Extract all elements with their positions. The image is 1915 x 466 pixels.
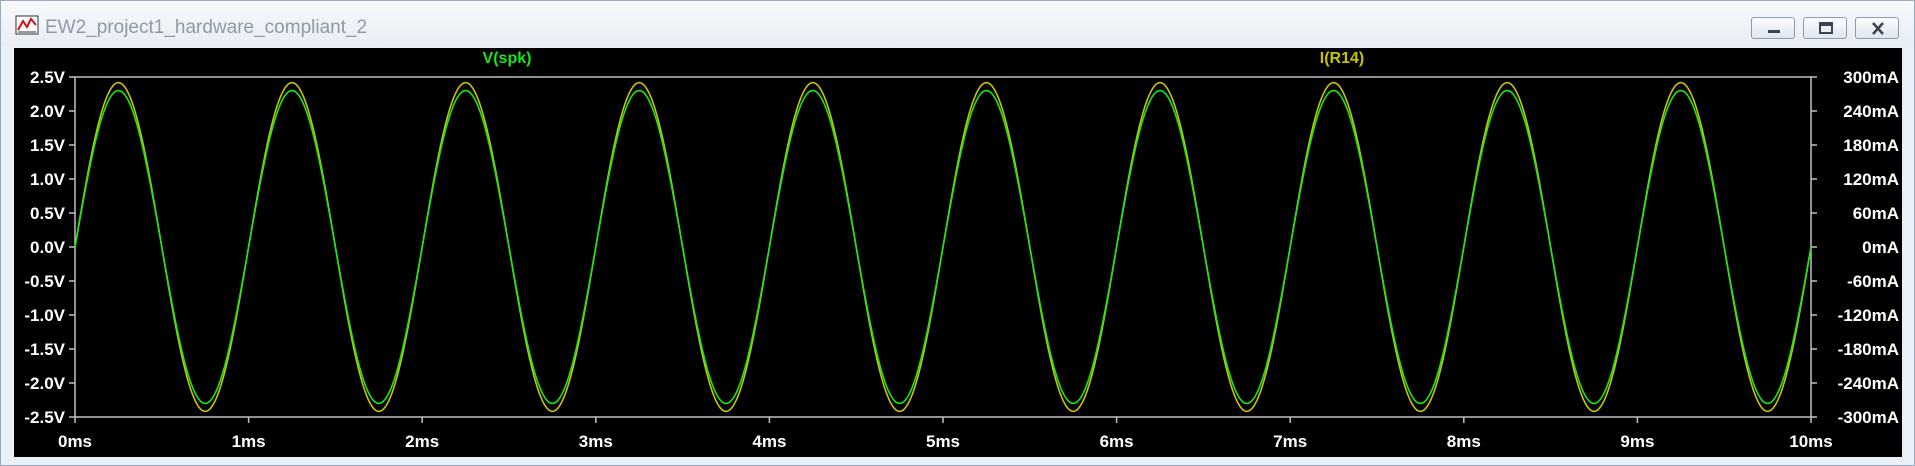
y-right-tick-label: 120mA xyxy=(1843,170,1899,189)
y-left-tick-label: 0.0V xyxy=(30,238,66,257)
restore-icon xyxy=(1819,22,1833,34)
restore-button[interactable] xyxy=(1803,17,1847,39)
x-tick-label: 9ms xyxy=(1620,432,1654,451)
title-bar[interactable]: EW2_project1_hardware_compliant_2 xyxy=(1,1,1914,47)
y-right-tick-label: -300mA xyxy=(1838,408,1899,427)
x-tick-label: 6ms xyxy=(1100,432,1134,451)
x-tick-label: 7ms xyxy=(1273,432,1307,451)
waveform-icon xyxy=(15,15,39,35)
y-right-tick-label: 60mA xyxy=(1853,204,1899,223)
close-icon xyxy=(1872,22,1884,35)
y-right-tick-label: -180mA xyxy=(1838,340,1899,359)
x-tick-label: 10ms xyxy=(1789,432,1832,451)
y-right-tick-label: 0mA xyxy=(1862,238,1899,257)
window-title: EW2_project1_hardware_compliant_2 xyxy=(45,17,368,38)
y-right-tick-label: 300mA xyxy=(1843,68,1899,87)
x-tick-label: 5ms xyxy=(926,432,960,451)
y-left-tick-label: -0.5V xyxy=(24,272,65,291)
x-tick-label: 3ms xyxy=(579,432,613,451)
y-left-tick-label: 1.0V xyxy=(30,170,66,189)
x-tick-label: 0ms xyxy=(58,432,92,451)
minimize-button[interactable] xyxy=(1751,17,1795,39)
waveform-window: EW2_project1_hardware_compliant_2 2.5V 2.… xyxy=(0,0,1915,466)
y-left-tick-label: 0.5V xyxy=(30,204,66,223)
y-right-tick-label: -120mA xyxy=(1838,306,1899,325)
y-right-tick-label: 180mA xyxy=(1843,136,1899,155)
y-right-tick-label: 240mA xyxy=(1843,102,1899,121)
y-right-tick-label: -60mA xyxy=(1847,272,1899,291)
y-right-tick-label: -240mA xyxy=(1838,374,1899,393)
y-left-tick-label: -2.5V xyxy=(24,408,65,427)
x-tick-label: 2ms xyxy=(405,432,439,451)
y-left-tick-label: -2.0V xyxy=(24,374,65,393)
waveform-chart[interactable]: 2.5V 2.0V 1.5V 1.0V 0.5V 0.0V -0.5V -1.0V -1.5V -… xyxy=(14,48,1902,457)
close-button[interactable] xyxy=(1855,17,1899,39)
y-left-tick-label: -1.5V xyxy=(24,340,65,359)
y-left-tick-label: 1.5V xyxy=(30,136,66,155)
y-left-tick-label: 2.5V xyxy=(30,68,66,87)
legend-vspk[interactable]: V(spk) xyxy=(483,50,532,67)
legend-ir14[interactable]: I(R14) xyxy=(1320,50,1364,67)
x-tick-label: 8ms xyxy=(1447,432,1481,451)
y-left-tick-label: -1.0V xyxy=(24,306,65,325)
minimize-icon xyxy=(1768,30,1780,33)
y-left-tick-label: 2.0V xyxy=(30,102,66,121)
plot-area[interactable]: 2.5V 2.0V 1.5V 1.0V 0.5V 0.0V -0.5V -1.0V -1.5V -… xyxy=(14,48,1902,457)
trace-vspk[interactable] xyxy=(74,89,1812,405)
x-tick-label: 1ms xyxy=(232,432,266,451)
x-tick-label: 4ms xyxy=(752,432,786,451)
